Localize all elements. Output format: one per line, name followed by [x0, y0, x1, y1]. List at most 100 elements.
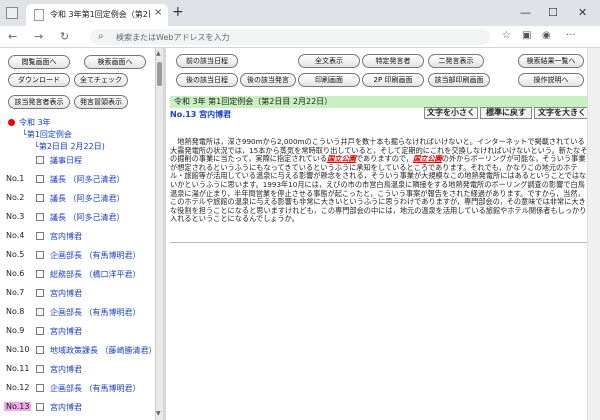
list-item[interactable]: No.9 宮内博君 — [0, 324, 155, 338]
minimize-icon[interactable]: — — [520, 6, 531, 19]
item-link[interactable]: 議事日程 — [50, 155, 82, 166]
speech-body: 地熱発電所は，深さ990mから2,000mのこういう井戸を数十本も掘らなければい… — [170, 137, 590, 224]
text-smaller-button[interactable]: 文字を小さく — [424, 107, 478, 119]
instructions-button[interactable]: 操作説明へ — [518, 73, 584, 87]
two-speeches-button[interactable]: 二発言表示 — [428, 54, 484, 68]
sidebar-scrollbar[interactable]: ▲ ▼ — [155, 48, 163, 420]
item-checkbox[interactable] — [36, 213, 44, 221]
list-item[interactable]: No.10 地域政策課長 （藤崎勝清君） — [0, 343, 157, 357]
item-checkbox[interactable] — [36, 289, 44, 297]
list-item[interactable]: 議事日程 — [0, 153, 155, 167]
item-checkbox[interactable] — [36, 365, 44, 373]
tab-close-icon[interactable]: × — [154, 7, 162, 18]
tree-root-year[interactable]: 令和 3年 — [8, 117, 51, 128]
show-speakers-button[interactable]: 該当発言者表示 — [8, 95, 70, 109]
scroll-up-icon[interactable]: ▲ — [156, 50, 161, 57]
tree-day[interactable]: └第2日目 2月22日) — [34, 141, 105, 152]
search-screen-button[interactable]: 検索画面へ — [84, 55, 146, 69]
item-checkbox[interactable] — [36, 270, 44, 278]
item-link[interactable]: 宮内博君 — [50, 364, 82, 375]
next-schedule-button[interactable]: 後の該当日程 — [176, 73, 238, 87]
item-checkbox[interactable] — [36, 308, 44, 316]
sidebar-scroll-thumb[interactable] — [157, 62, 162, 86]
item-link[interactable]: 企画部長 （有馬博明君） — [50, 383, 141, 394]
close-window-icon[interactable]: ✕ — [578, 6, 587, 19]
text-larger-button[interactable]: 文字を大きく — [534, 107, 590, 119]
item-number: No.4 — [6, 231, 25, 240]
item-number: No.11 — [6, 364, 30, 373]
item-link[interactable]: 議長 （阿多己清君） — [50, 174, 125, 185]
item-link[interactable]: 総務部長 （橋口洋平君） — [50, 269, 141, 280]
menu-icon[interactable]: ··· — [566, 30, 576, 41]
list-item[interactable]: No.8 企画部長 （有馬博明君） — [0, 305, 155, 319]
prev-schedule-button[interactable]: 前の該当日程 — [176, 54, 238, 68]
back-icon[interactable]: ← — [8, 30, 17, 43]
forward-icon[interactable]: → — [34, 30, 43, 43]
list-item[interactable]: No.12 企画部長 （有馬博明君） — [0, 381, 155, 395]
text-standard-button[interactable]: 標準に戻す — [480, 107, 532, 119]
address-bar: ← → ↻ ⌕ 検索またはWebアドレスを入力 ☆ ▣ ◉ ··· — [0, 26, 600, 48]
item-number: No.13 — [4, 402, 32, 411]
new-tab-icon[interactable]: + — [172, 4, 184, 20]
item-link[interactable]: 宮内博君 — [50, 402, 82, 413]
main-scrollbar[interactable] — [587, 48, 600, 420]
item-number: No.12 — [6, 383, 30, 392]
download-button[interactable]: ダウンロード — [8, 73, 70, 87]
item-link[interactable]: 企画部長 （有馬博明君） — [50, 250, 141, 261]
collections-icon[interactable]: ▣ — [522, 30, 531, 41]
item-link[interactable]: 議長 （阿多己清君） — [50, 212, 125, 223]
item-checkbox[interactable] — [36, 251, 44, 259]
speech-text: の外からボーリングが可能な，そういう事業が想定されるというふうにもなってきている… — [170, 154, 587, 224]
item-link[interactable]: 地域政策課長 （藤崎勝清君） — [50, 345, 157, 356]
item-checkbox[interactable] — [36, 327, 44, 335]
search-results-button[interactable]: 検索結果一覧へ — [518, 54, 584, 68]
full-text-button[interactable]: 全文表示 — [298, 54, 360, 68]
refresh-icon[interactable]: ↻ — [60, 30, 69, 43]
item-checkbox[interactable] — [36, 384, 44, 392]
browse-screen-button[interactable]: 閲覧画面へ — [8, 55, 70, 69]
print-screen-button[interactable]: 印刷画面 — [298, 73, 360, 87]
list-item[interactable]: No.7 宮内博君 — [0, 286, 155, 300]
item-link[interactable]: 宮内博君 — [50, 288, 82, 299]
item-link[interactable]: 宮内博君 — [50, 326, 82, 337]
show-speech-opening-button[interactable]: 発言冒頭表示 — [74, 95, 128, 109]
scroll-down-icon[interactable]: ▼ — [156, 410, 161, 417]
item-number: No.5 — [6, 250, 25, 259]
main-panel: 前の該当日程 全文表示 特定発言者 二発言表示 検索結果一覧へ 後の該当日程 後… — [166, 48, 600, 420]
list-item[interactable]: No.1 議長 （阿多己清君） — [0, 172, 155, 186]
item-number: No.2 — [6, 193, 25, 202]
item-link[interactable]: 企画部長 （有馬博明君） — [50, 307, 141, 318]
item-checkbox[interactable] — [36, 346, 44, 354]
list-item[interactable]: No.5 企画部長 （有馬博明君） — [0, 248, 155, 262]
item-checkbox[interactable] — [36, 156, 44, 164]
browser-tab[interactable]: 令和 3年第1回定例会（第2日目 × — [26, 4, 168, 26]
item-checkbox[interactable] — [36, 175, 44, 183]
item-number: No.10 — [6, 345, 30, 354]
item-link[interactable]: 宮内博君 — [50, 231, 82, 242]
favorites-icon[interactable]: ☆ — [502, 30, 511, 41]
print-2p-button[interactable]: 2P 印刷画面 — [362, 73, 424, 87]
list-item[interactable]: No.3 議長 （阿多己清君） — [0, 210, 155, 224]
item-checkbox[interactable] — [36, 403, 44, 411]
list-item[interactable]: No.11 宮内博君 — [0, 362, 155, 376]
list-item[interactable]: No.4 宮内博君 — [0, 229, 155, 243]
item-number: No.8 — [6, 307, 25, 316]
next-speech-button[interactable]: 後の該当発言 — [240, 73, 296, 87]
print-relevant-button[interactable]: 該当部印刷画面 — [428, 73, 490, 87]
list-item[interactable]: No.2 議長 （阿多己清君） — [0, 191, 155, 205]
tree-root-label: 令和 3年 — [19, 118, 51, 127]
maximize-icon[interactable]: ☐ — [548, 6, 558, 19]
specific-speaker-button[interactable]: 特定発言者 — [362, 54, 424, 68]
check-all-button[interactable]: 全てチェック — [74, 73, 128, 87]
tree-session[interactable]: └第1回定例会 — [22, 129, 72, 140]
item-checkbox[interactable] — [36, 232, 44, 240]
window-icon — [6, 7, 18, 19]
item-number: No.1 — [6, 174, 25, 183]
profile-icon[interactable]: ◉ — [542, 30, 551, 41]
item-number: No.6 — [6, 269, 25, 278]
item-checkbox[interactable] — [36, 194, 44, 202]
item-link[interactable]: 議長 （阿多己清君） — [50, 193, 125, 204]
address-input[interactable]: ⌕ 検索またはWebアドレスを入力 — [90, 29, 490, 45]
list-item[interactable]: No.13 宮内博君 — [0, 400, 155, 414]
list-item[interactable]: No.6 総務部長 （橋口洋平君） — [0, 267, 155, 281]
